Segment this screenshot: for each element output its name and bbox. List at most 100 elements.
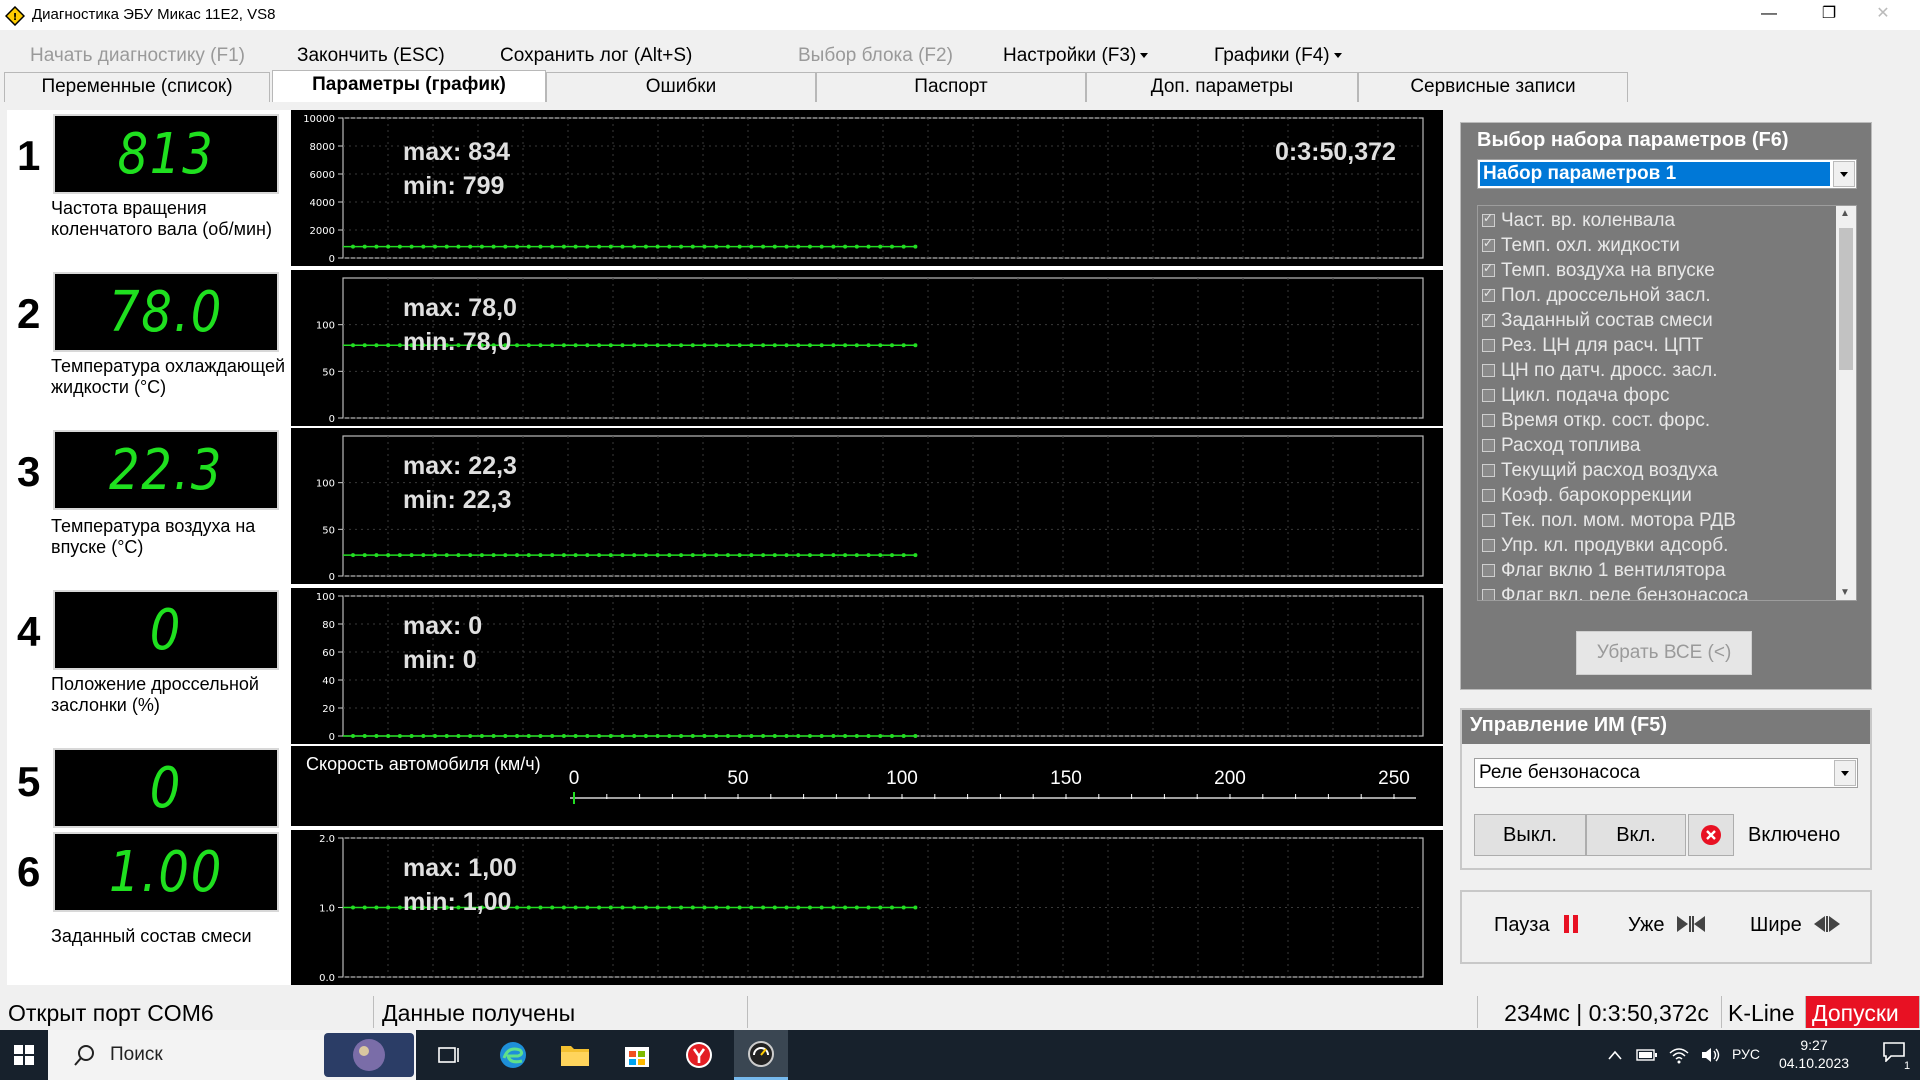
param-list-item[interactable]: Цикл. подача форс — [1482, 385, 1670, 410]
param-list-item[interactable]: ЦН по датч. дросс. засл. — [1482, 360, 1718, 385]
checkbox[interactable] — [1482, 589, 1495, 600]
param-list-item-label: ЦН по датч. дросс. засл. — [1501, 360, 1718, 381]
actuator-on-button[interactable]: Вкл. — [1586, 814, 1686, 856]
checkbox[interactable] — [1482, 439, 1495, 452]
param-list-item[interactable]: Флаг вклю 1 вентилятора — [1482, 560, 1726, 585]
file-explorer-button[interactable] — [548, 1030, 602, 1080]
checkbox[interactable] — [1482, 489, 1495, 502]
param-chart-intake-air: 100 50 0 max: 22,3 min: 22,3 — [291, 428, 1443, 584]
data-point — [491, 244, 496, 249]
tab-errors[interactable]: Ошибки — [546, 72, 816, 102]
checkbox[interactable] — [1482, 236, 1495, 252]
pause-button[interactable]: Пауза — [1494, 914, 1581, 937]
widen-button[interactable]: Шире — [1750, 914, 1841, 937]
param-list-item[interactable]: Темп. воздуха на впуске — [1482, 260, 1715, 285]
list-scrollbar[interactable]: ▲ ▼ — [1836, 206, 1856, 600]
data-point — [772, 553, 777, 558]
language-indicator[interactable]: РУС — [1732, 1046, 1760, 1062]
data-point — [620, 734, 625, 738]
notifications-button[interactable]: 1 — [1868, 1030, 1920, 1080]
scrollbar-thumb[interactable] — [1839, 228, 1853, 370]
data-point — [491, 553, 496, 558]
menu-select-block[interactable]: Выбор блока (F2) — [798, 45, 953, 67]
start-button[interactable] — [0, 1030, 48, 1080]
menu-graphs[interactable]: Графики (F4) — [1214, 45, 1342, 67]
checkbox[interactable] — [1482, 464, 1495, 477]
data-point — [831, 343, 836, 348]
chevron-down-icon[interactable] — [1834, 760, 1856, 786]
minimize-button[interactable]: — — [1746, 0, 1792, 30]
tab-extra-params[interactable]: Доп. параметры — [1086, 72, 1358, 102]
param-list-item[interactable]: Заданный состав смеси — [1482, 310, 1713, 335]
status-tolerances-badge[interactable]: Допуски — [1806, 996, 1920, 1028]
menu-stop[interactable]: Закончить (ESC) — [297, 45, 445, 67]
scroll-down-icon[interactable]: ▼ — [1840, 587, 1850, 598]
task-view-button[interactable] — [422, 1030, 476, 1080]
chevron-down-icon[interactable] — [1833, 161, 1855, 187]
param-list-item[interactable]: Текущий расход воздуха — [1482, 460, 1718, 485]
checkbox[interactable] — [1482, 339, 1495, 352]
checkbox[interactable] — [1482, 364, 1495, 377]
menu-settings[interactable]: Настройки (F3) — [1003, 45, 1149, 67]
checkbox[interactable] — [1482, 389, 1495, 402]
param-list-item[interactable]: Расход топлива — [1482, 435, 1640, 460]
param-list-item[interactable]: Время откр. сост. форс. — [1482, 410, 1710, 435]
data-point — [714, 734, 719, 738]
actuator-clear-button[interactable] — [1688, 814, 1734, 856]
checkbox[interactable] — [1482, 211, 1495, 227]
clock[interactable]: 9:27 04.10.2023 — [1774, 1036, 1854, 1072]
checkbox[interactable] — [1482, 261, 1495, 277]
value-display: 0 — [53, 748, 279, 828]
maximize-button[interactable]: ❐ — [1806, 0, 1852, 30]
tab-passport[interactable]: Паспорт — [816, 72, 1086, 102]
param-list-item[interactable]: Рез. ЦН для расч. ЦПТ — [1482, 335, 1703, 360]
remove-all-button[interactable]: Убрать ВСЕ (<) — [1576, 631, 1752, 675]
clock-time: 9:27 — [1800, 1037, 1828, 1053]
network-indicator[interactable] — [1664, 1030, 1694, 1080]
volume-indicator[interactable] — [1696, 1030, 1726, 1080]
tab-parameters-graph[interactable]: Параметры (график) — [272, 70, 546, 102]
checkbox[interactable] — [1482, 564, 1495, 577]
narrow-button[interactable]: Уже — [1628, 914, 1706, 937]
param-list-item[interactable]: Упр. кл. продувки адсорб. — [1482, 535, 1728, 560]
data-point — [608, 905, 613, 910]
data-point — [866, 734, 871, 738]
checkbox[interactable] — [1482, 311, 1495, 327]
param-list-item[interactable]: Пол. дроссельной засл. — [1482, 285, 1711, 310]
param-list-item-label: Текущий расход воздуха — [1501, 460, 1718, 481]
close-button[interactable]: ✕ — [1860, 0, 1906, 30]
tray-overflow-button[interactable] — [1600, 1030, 1630, 1080]
checkbox[interactable] — [1482, 414, 1495, 427]
store-button[interactable] — [610, 1030, 664, 1080]
data-point — [749, 734, 754, 738]
checkbox[interactable] — [1482, 286, 1495, 302]
narrow-icon — [1677, 916, 1706, 932]
tab-service-records[interactable]: Сервисные записи — [1358, 72, 1628, 102]
param-list-item[interactable]: Коэф. барокоррекции — [1482, 485, 1692, 510]
checkbox[interactable] — [1482, 514, 1495, 527]
close-circle-icon — [1701, 825, 1721, 845]
battery-indicator[interactable] — [1632, 1030, 1662, 1080]
param-set-select[interactable]: Набор параметров 1 — [1477, 159, 1857, 189]
param-list-item[interactable]: Темп. охл. жидкости — [1482, 235, 1680, 260]
actuator-select[interactable]: Реле бензонасоса — [1474, 758, 1858, 788]
scale-label: 0 — [569, 768, 580, 789]
param-list-item[interactable]: Тек. пол. мом. мотора РДВ — [1482, 510, 1736, 535]
param-list-item[interactable]: Част. вр. коленвала — [1482, 210, 1675, 235]
widen-label: Шире — [1750, 914, 1802, 936]
data-point — [819, 553, 824, 558]
actuator-off-button[interactable]: Выкл. — [1474, 814, 1586, 856]
taskbar-search[interactable]: Поиск — [48, 1030, 416, 1080]
edge-browser-button[interactable] — [486, 1030, 540, 1080]
menu-start-diagnostics[interactable]: Начать диагностику (F1) — [30, 45, 245, 67]
data-point — [362, 343, 367, 348]
data-point — [854, 343, 859, 348]
param-list-item[interactable]: Флаг вкл. реле бензонасоса — [1482, 585, 1749, 600]
y-tick-label: 40 — [322, 676, 335, 687]
diagnostics-app-button[interactable] — [734, 1030, 788, 1080]
yandex-browser-button[interactable] — [672, 1030, 726, 1080]
checkbox[interactable] — [1482, 539, 1495, 552]
scroll-up-icon[interactable]: ▲ — [1840, 208, 1850, 219]
menu-save-log[interactable]: Сохранить лог (Alt+S) — [500, 45, 692, 67]
tab-variables-list[interactable]: Переменные (список) — [4, 72, 270, 102]
